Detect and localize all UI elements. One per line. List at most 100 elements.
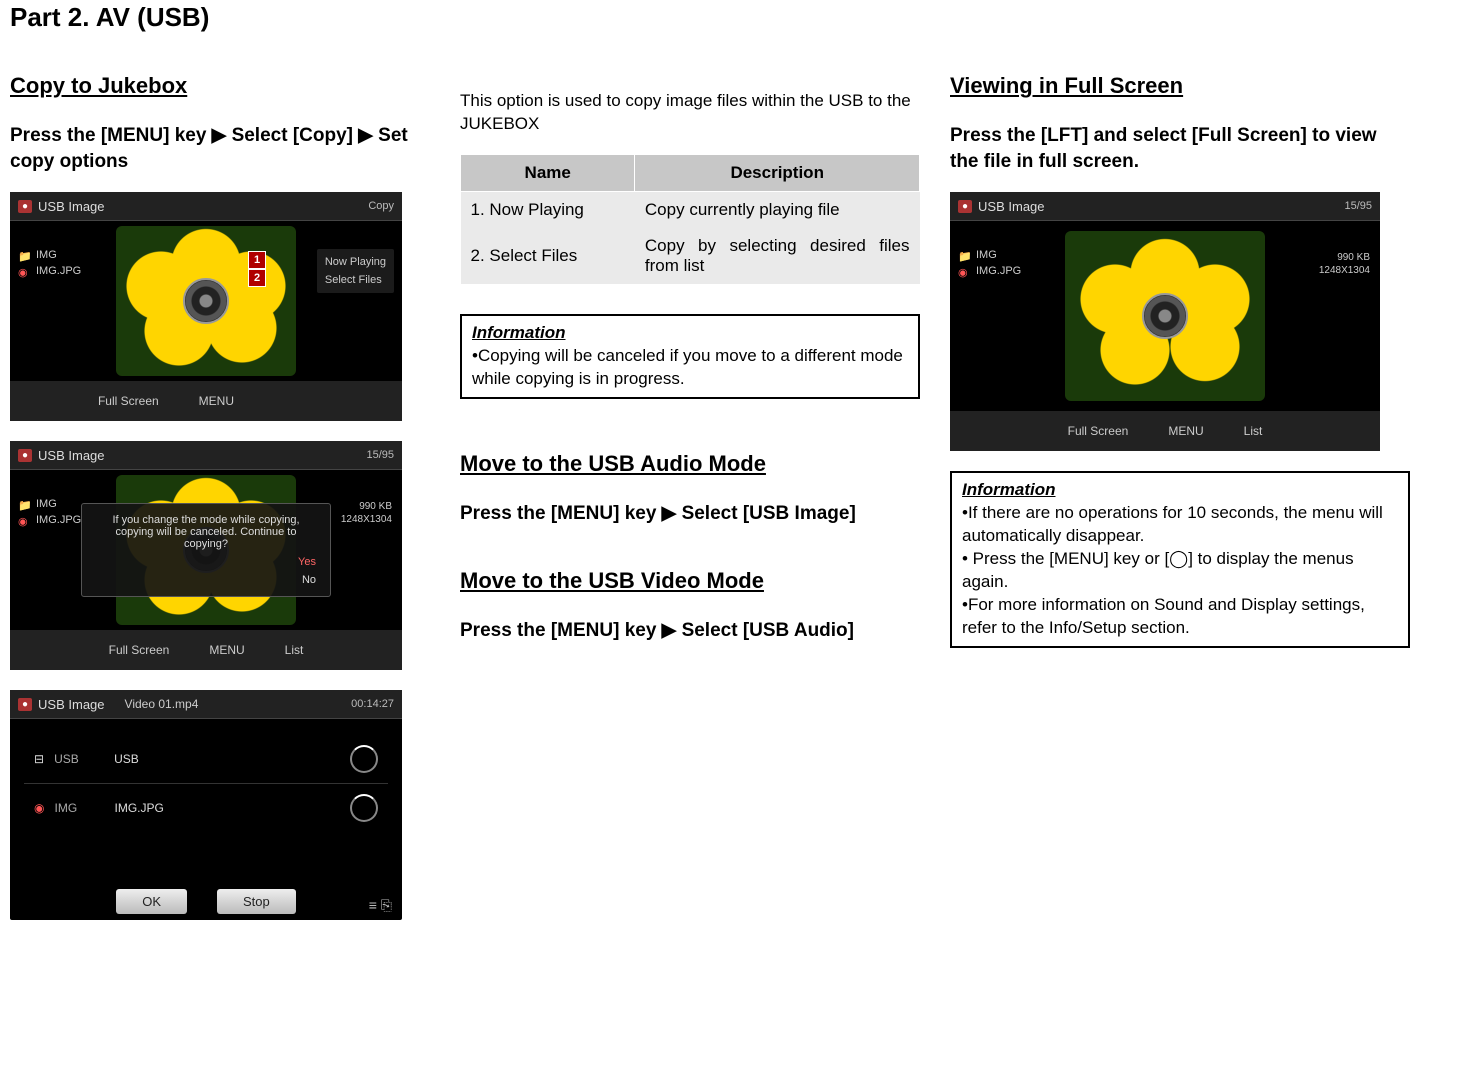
folder-icon: 📁 [18,498,30,510]
ss1-foot-menu[interactable]: MENU [199,394,234,408]
ss2-foot-menu[interactable]: MENU [209,643,244,657]
heading-usb-audio-mode: Move to the USB Audio Mode [460,451,920,477]
heading-usb-video-mode: Move to the USB Video Mode [460,568,920,594]
column-middle: This option is used to copy image files … [460,73,920,940]
cell-name-select-files: 2. Select Files [461,228,635,284]
info-line-3: •For more information on Sound and Displ… [962,594,1398,640]
ss4-size: 990 KB [1319,251,1370,264]
ss1-folder: IMG [36,247,57,263]
menu-now-playing[interactable]: Now Playing [325,253,386,271]
callout-marker-2: 2 [248,269,266,287]
ss4-file: IMG.JPG [976,263,1021,279]
info-title: Information [472,322,908,345]
image-preview [1065,231,1265,401]
info-title: Information [962,479,1398,502]
status-icons: ≡ ⎘ [369,897,392,914]
ss1-title: USB Image [38,199,104,214]
instruction-full-screen: Press the [LFT] and select [Full Screen]… [950,123,1410,174]
cell-desc-select-files: Copy by selecting desired files from lis… [635,228,920,284]
part-title: Part 2. AV (USB) [10,0,1451,33]
row-img-label: IMG [54,801,104,815]
file-path-block: 📁 IMG ◉ IMG.JPG [958,247,1021,279]
th-name: Name [461,154,635,191]
stop-button[interactable]: Stop [217,889,296,914]
image-file-icon: ◉ [18,265,30,277]
info-box-copying: Information •Copying will be canceled if… [460,314,920,399]
rec-badge: ● [18,698,32,711]
image-file-icon: ◉ [18,514,30,526]
info-body: •Copying will be canceled if you move to… [472,345,908,391]
row-usb-name: USB [114,752,139,766]
screenshot-copy-dialog: ● USB Image 15/95 📁 IMG ◉ IMG.JPG 990 KB 1… [10,441,402,670]
screenshot-copy-menu: ● USB Image Copy 📁 IMG ◉ IMG.JPG Now Playi… [10,192,402,421]
dialog-text: If you change the mode while copying, co… [96,514,316,550]
instruction-usb-image: Press the [MENU] key ▶ Select [USB Image… [460,501,920,527]
column-copy-to-jukebox: Copy to Jukebox Press the [MENU] key ▶ S… [10,73,430,940]
rec-badge: ● [18,449,32,462]
menu-select-files[interactable]: Select Files [325,271,386,289]
folder-icon: 📁 [18,249,30,261]
image-file-icon: ◉ [34,801,44,815]
copy-options-popover: Now Playing Select Files [317,249,394,293]
info-line-1: •If there are no operations for 10 secon… [962,502,1398,548]
file-meta: 990 KB 1248X1304 [1319,251,1370,277]
file-meta: 990 KB 1248X1304 [341,500,392,526]
ss2-title: USB Image [38,448,104,463]
dialog-yes[interactable]: Yes [298,556,316,568]
ss4-counter: 15/95 [1344,200,1372,212]
ss4-title: USB Image [978,199,1044,214]
ss2-folder: IMG [36,496,57,512]
ss3-title: USB Image [38,697,104,712]
ss2-counter: 15/95 [366,449,394,461]
ss1-header-right: Copy [368,200,394,212]
ss2-file: IMG.JPG [36,512,81,528]
ss2-foot-list[interactable]: List [285,643,304,657]
screenshot-copy-progress: ● USB Image Video 01.mp4 00:14:27 ⊟ USB … [10,690,402,920]
ss1-file: IMG.JPG [36,263,81,279]
row-img-name: IMG.JPG [114,801,163,815]
ss2-size: 990 KB [341,500,392,513]
row-usb-label: USB [54,752,104,766]
info-box-full-screen: Information •If there are no operations … [950,471,1410,648]
table-row: 1. Now Playing Copy currently playing fi… [461,191,920,228]
ss2-dims: 1248X1304 [341,513,392,526]
ok-button[interactable]: OK [116,889,187,914]
instruction-usb-audio: Press the [MENU] key ▶ Select [USB Audio… [460,618,920,644]
ss1-foot-fullscreen[interactable]: Full Screen [98,394,159,408]
ss3-video-name: Video 01.mp4 [125,697,199,711]
instruction-copy: Press the [MENU] key ▶ Select [Copy] ▶ S… [10,123,430,174]
ss4-foot-list[interactable]: List [1244,424,1263,438]
ss4-foot-fullscreen[interactable]: Full Screen [1068,424,1129,438]
heading-viewing-full-screen: Viewing in Full Screen [950,73,1410,99]
options-table: Name Description 1. Now Playing Copy cur… [460,154,920,284]
dialog-no[interactable]: No [302,574,316,586]
intro-text: This option is used to copy image files … [460,90,920,136]
callout-marker-1: 1 [248,251,266,269]
spinner-icon [350,794,378,822]
progress-row-usb: ⊟ USB USB [24,735,388,784]
heading-copy-to-jukebox: Copy to Jukebox [10,73,430,99]
ss4-foot-menu[interactable]: MENU [1168,424,1203,438]
rec-badge: ● [18,200,32,213]
table-row: 2. Select Files Copy by selecting desire… [461,228,920,284]
column-full-screen: Viewing in Full Screen Press the [LFT] a… [950,73,1410,940]
cell-name-now-playing: 1. Now Playing [461,191,635,228]
file-path-block: 📁 IMG ◉ IMG.JPG [18,247,81,279]
cell-desc-now-playing: Copy currently playing file [635,191,920,228]
ss3-time: 00:14:27 [351,698,394,710]
info-line-2: • Press the [MENU] key or [◯] to display… [962,548,1398,594]
confirm-dialog: If you change the mode while copying, co… [81,503,331,597]
image-file-icon: ◉ [958,265,970,277]
th-desc: Description [635,154,920,191]
file-path-block: 📁 IMG ◉ IMG.JPG [18,496,81,528]
ss4-folder: IMG [976,247,997,263]
rec-badge: ● [958,200,972,213]
spinner-icon [350,745,378,773]
ss2-foot-fullscreen[interactable]: Full Screen [109,643,170,657]
folder-icon: 📁 [958,249,970,261]
ss4-dims: 1248X1304 [1319,264,1370,277]
usb-icon: ⊟ [34,752,44,766]
image-preview [116,226,296,376]
progress-row-img: ◉ IMG IMG.JPG [24,784,388,832]
screenshot-full-screen: ● USB Image 15/95 📁 IMG ◉ IMG.JPG 990 KB 1… [950,192,1380,451]
